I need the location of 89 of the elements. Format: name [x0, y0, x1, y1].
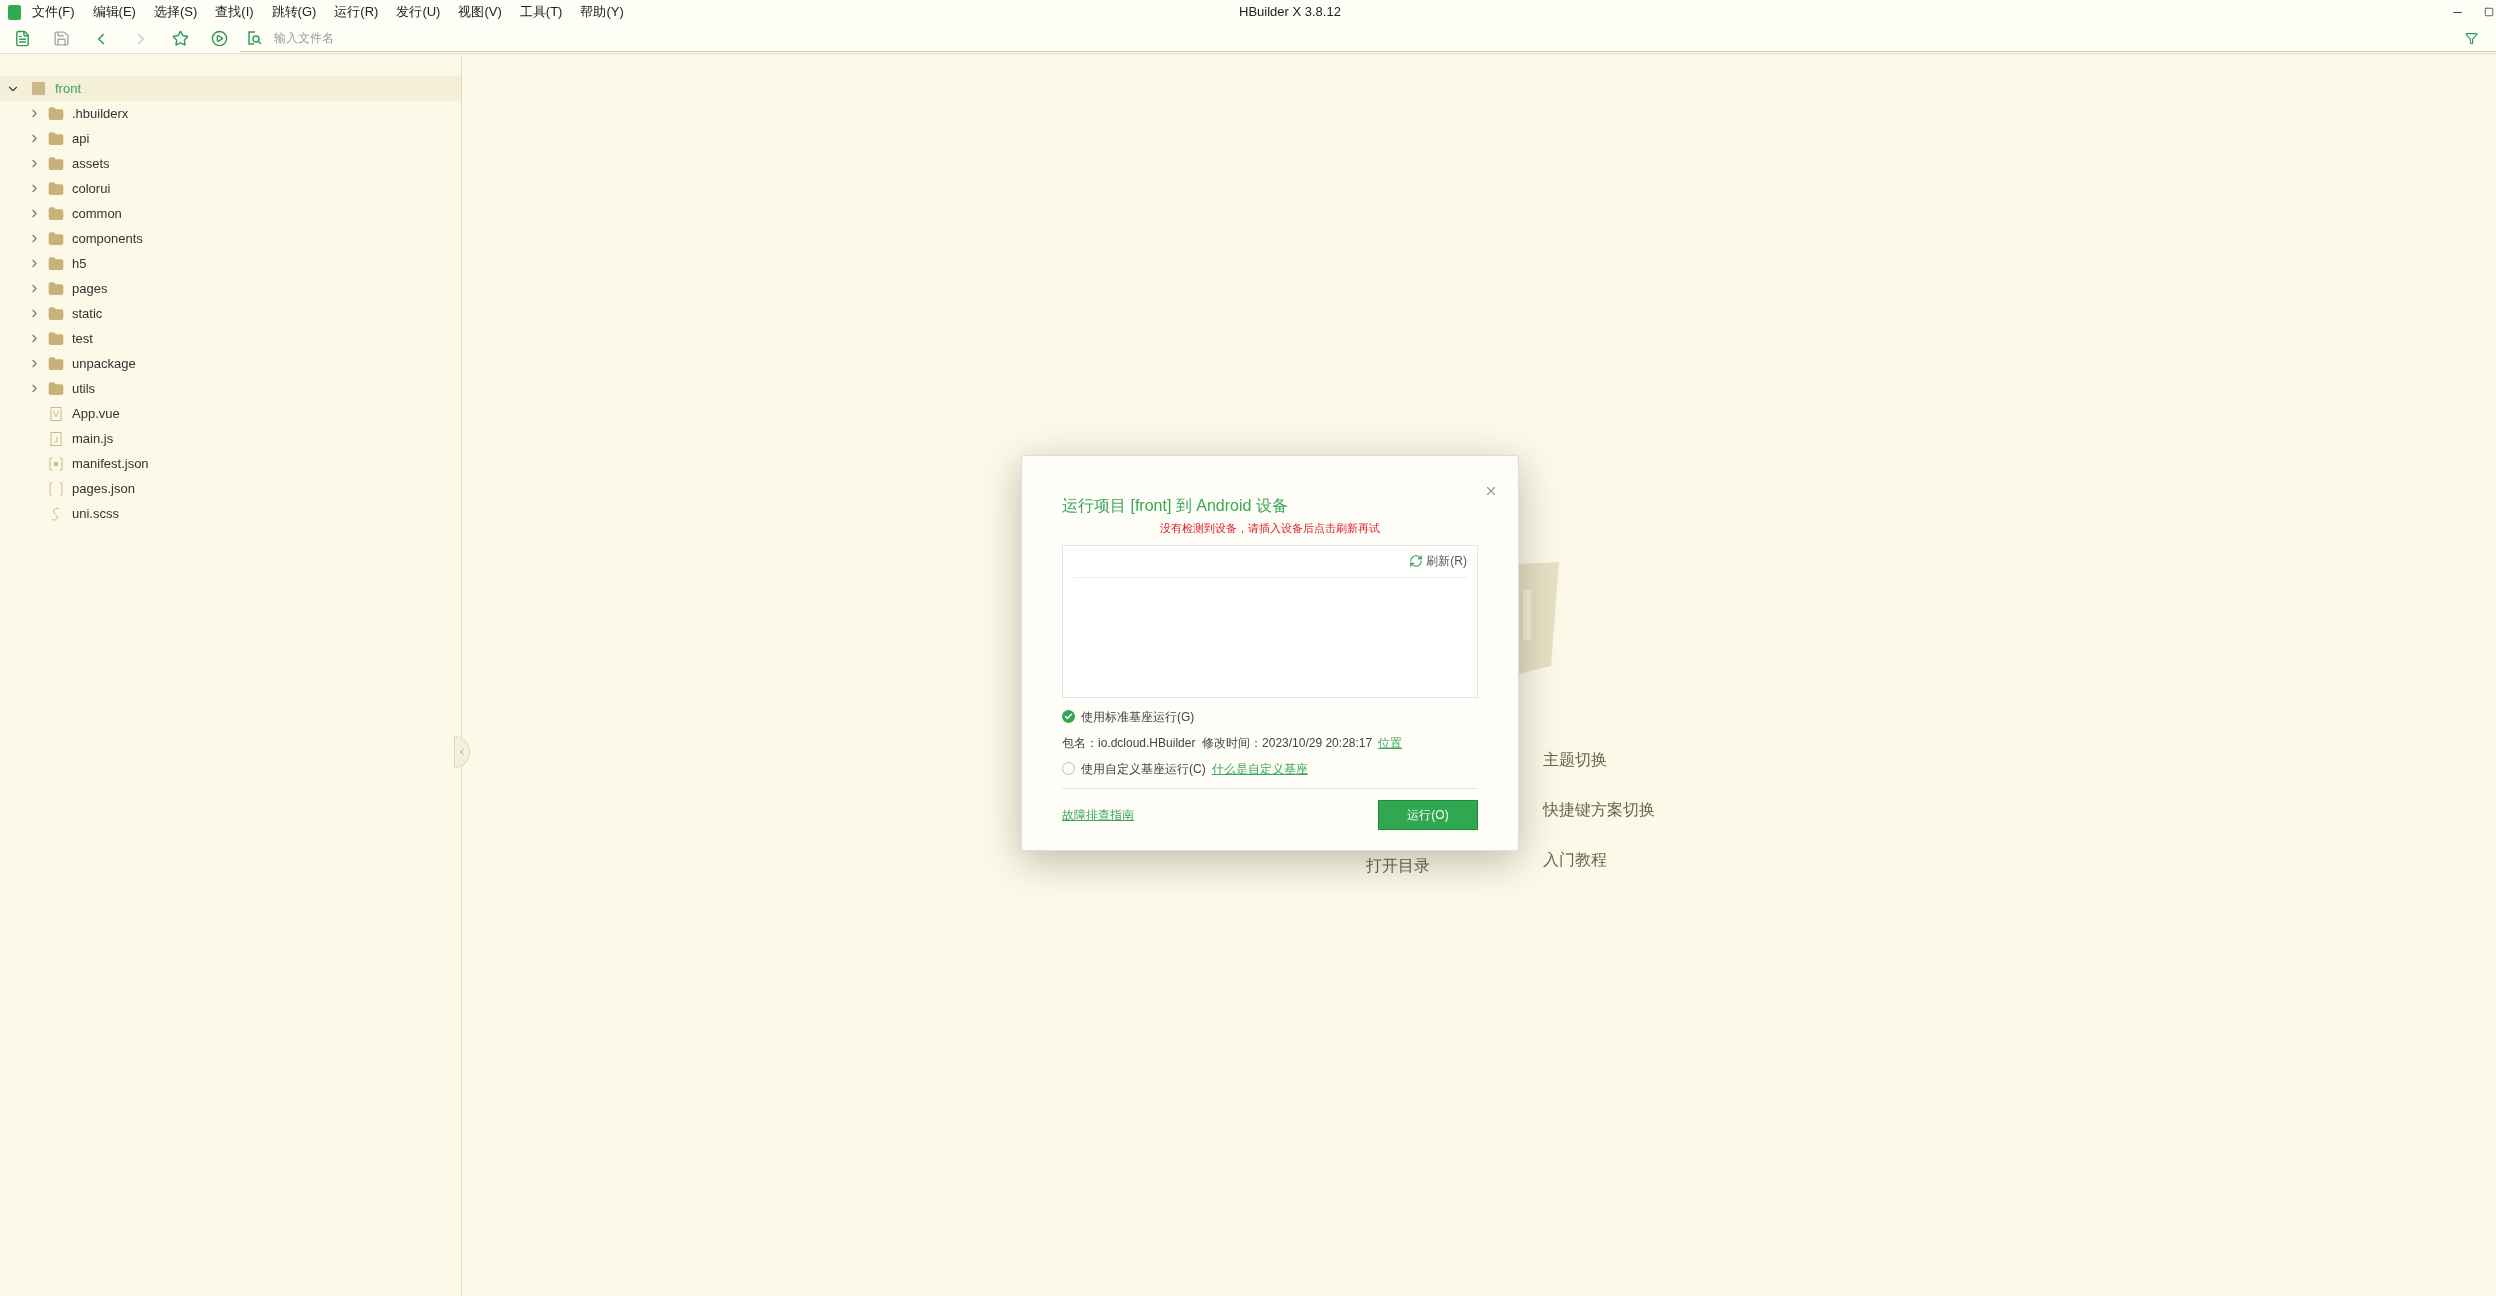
json-file-icon — [48, 480, 64, 497]
menu-item[interactable]: 运行(R) — [331, 2, 382, 22]
radio-button[interactable] — [1062, 710, 1075, 723]
folder-icon — [48, 280, 64, 297]
collapse-icon — [457, 747, 467, 757]
tree-item-label: utils — [72, 379, 96, 398]
tree-item-label: colorui — [72, 179, 111, 198]
radio-button[interactable] — [1062, 762, 1075, 775]
tree-item-label: main.js — [72, 429, 114, 448]
error-message: 没有检测到设备，请插入设备后点击刷新再试 — [1160, 521, 1380, 536]
folder-icon — [48, 155, 64, 172]
tree-item-label: h5 — [72, 254, 87, 273]
menu-item[interactable]: 工具(T) — [516, 2, 566, 22]
welcome-link[interactable]: 快捷键方案切换 — [1543, 798, 1655, 822]
tree-item[interactable]: static — [0, 301, 461, 326]
folder-icon — [48, 205, 64, 222]
tree-item-label: assets — [72, 154, 110, 173]
tree-item-label: common — [72, 204, 122, 223]
tree-item-label: unpackage — [72, 354, 136, 373]
menu-item[interactable]: 查找(I) — [212, 2, 257, 22]
menu-item[interactable]: 帮助(Y) — [577, 2, 627, 22]
welcome-link[interactable]: 主题切换 — [1543, 748, 1655, 772]
tree-item-label: pages.json — [72, 479, 135, 498]
settings-file-icon — [48, 455, 64, 472]
folder-icon — [48, 380, 64, 397]
folder-icon — [48, 105, 64, 122]
refresh-icon — [1409, 554, 1424, 568]
project-icon — [32, 82, 45, 95]
menu-item[interactable]: 文件(F) — [29, 2, 78, 22]
folder-icon — [48, 130, 64, 147]
js-file-icon — [48, 430, 64, 447]
tree-item[interactable]: utils — [0, 376, 461, 401]
menu-item[interactable]: 跳转(G) — [268, 2, 320, 22]
tree-item[interactable]: manifest.json — [0, 451, 461, 476]
folder-icon — [48, 230, 64, 247]
save-icon[interactable] — [53, 30, 70, 47]
refresh-button[interactable]: 刷新(R) — [1409, 552, 1467, 570]
tree-item[interactable]: api — [0, 126, 461, 151]
package-info: 包名：io.dcloud.HBuilder 修改时间：2023/10/29 20:28:17 — [1062, 734, 1373, 752]
tree-item[interactable]: pages — [0, 276, 461, 301]
tree-item[interactable]: .hbuilderx — [0, 101, 461, 126]
menu-item[interactable]: 视图(V) — [455, 2, 505, 22]
dialog-title: 运行项目 [front] 到 Android 设备 — [1062, 496, 1288, 516]
folder-icon — [48, 355, 64, 372]
folder-icon — [48, 180, 64, 197]
tree-item[interactable]: main.js — [0, 426, 461, 451]
project-name: front — [55, 79, 81, 98]
folder-icon — [48, 330, 64, 347]
menu-item[interactable]: 选择(S) — [150, 2, 201, 22]
new-file-icon[interactable] — [14, 30, 31, 47]
filter-icon[interactable] — [2465, 31, 2478, 45]
tree-item-label: test — [72, 329, 93, 348]
tree-item[interactable]: colorui — [0, 176, 461, 201]
close-icon[interactable] — [1484, 484, 1498, 498]
tree-item-label: components — [72, 229, 143, 248]
tree-item[interactable]: App.vue — [0, 401, 461, 426]
collapse-handle[interactable] — [454, 736, 470, 768]
tree-item[interactable]: components — [0, 226, 461, 251]
tree-item[interactable]: unpackage — [0, 351, 461, 376]
folder-icon — [48, 305, 64, 322]
tree-item-label: pages — [72, 279, 108, 298]
window-title: HBuilder X 3.8.12 — [1239, 3, 1341, 21]
tree-item[interactable]: uni.scss — [0, 501, 461, 526]
tree-item[interactable]: h5 — [0, 251, 461, 276]
tree-item[interactable]: assets — [0, 151, 461, 176]
welcome-link[interactable]: 打开目录 — [1366, 854, 1430, 878]
maximize-icon[interactable] — [2484, 7, 2494, 17]
tree-item[interactable]: test — [0, 326, 461, 351]
run-icon[interactable] — [211, 30, 228, 47]
tree-item[interactable]: common — [0, 201, 461, 226]
menu-item[interactable]: 编辑(E) — [89, 2, 139, 22]
app-logo-icon — [8, 4, 21, 20]
search-icon — [246, 30, 262, 46]
menu-item[interactable]: 发行(U) — [393, 2, 444, 22]
option-label: 使用标准基座运行(G) — [1081, 708, 1195, 726]
tree-item-label: .hbuilderx — [72, 104, 129, 123]
folder-icon — [48, 255, 64, 272]
option-label: 使用自定义基座运行(C) — [1081, 760, 1206, 778]
vue-file-icon — [48, 405, 64, 422]
tree-item-label: api — [72, 129, 90, 148]
star-icon[interactable] — [172, 30, 189, 47]
file-search-field[interactable]: 输入文件名 — [274, 27, 874, 49]
tree-item-label: App.vue — [72, 404, 120, 423]
tree-item[interactable]: pages.json — [0, 476, 461, 501]
welcome-link[interactable]: 入门教程 — [1543, 848, 1655, 872]
tree-item-label: uni.scss — [72, 504, 119, 523]
tree-item-label: manifest.json — [72, 454, 149, 473]
check-icon — [1064, 712, 1073, 721]
tree-item-label: static — [72, 304, 103, 323]
